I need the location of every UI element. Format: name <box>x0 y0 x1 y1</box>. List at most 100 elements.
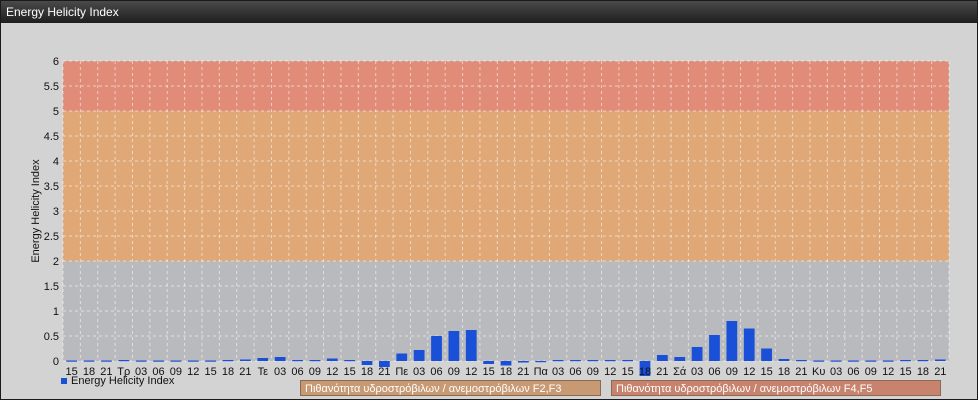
x-tick-label: 18 <box>361 366 373 378</box>
x-tick-label: 09 <box>309 366 321 378</box>
x-tick-label: Πε <box>395 366 408 378</box>
data-bar <box>153 360 164 362</box>
y-tick-label: 2 <box>53 256 59 268</box>
x-tick-label: 18 <box>222 366 234 378</box>
x-tick-label: 18 <box>778 366 790 378</box>
data-bar <box>743 328 755 361</box>
x-tick-label: 09 <box>587 366 599 378</box>
y-tick-label: 0 <box>53 356 59 368</box>
data-bar <box>170 360 182 362</box>
x-tick-label: Πα <box>534 366 549 378</box>
data-bar <box>604 360 616 362</box>
data-bar <box>292 360 303 362</box>
data-bar <box>882 360 894 362</box>
x-tick-label: 12 <box>743 366 755 378</box>
data-bar <box>900 360 911 362</box>
data-bar <box>396 353 408 361</box>
data-bar <box>500 361 512 366</box>
y-axis-label: Energy Helicity Index <box>30 159 42 263</box>
x-tick-label: 21 <box>239 366 251 378</box>
x-tick-label: 21 <box>517 366 529 378</box>
x-tick-label: 12 <box>465 366 477 378</box>
data-bar <box>830 360 842 362</box>
x-tick-label: 03 <box>830 366 842 378</box>
data-bar <box>101 360 112 362</box>
data-bar <box>118 360 130 362</box>
data-bar <box>187 360 199 362</box>
x-tick-label: 06 <box>847 366 859 378</box>
legend-swatch <box>61 378 67 384</box>
x-tick-label: 21 <box>656 366 668 378</box>
data-bar <box>535 361 547 363</box>
x-tick-label: 12 <box>882 366 894 378</box>
data-bar <box>865 360 877 362</box>
panel-title: Energy Helicity Index <box>1 1 977 23</box>
data-bar <box>309 360 321 362</box>
x-tick-label: 06 <box>569 366 581 378</box>
data-bar <box>465 330 477 361</box>
chart-panel: Energy Helicity Index 0 0.5 1 1.5 2 2.5 3 3.5 4 4… <box>0 0 978 400</box>
x-tick-label: 15 <box>344 366 356 378</box>
y-tick-label: 3.5 <box>44 181 59 193</box>
y-tick-label: 5 <box>53 106 59 118</box>
x-tick-label: 21 <box>378 366 390 378</box>
data-bar <box>344 360 356 362</box>
x-tick-label: 09 <box>726 366 738 378</box>
data-bar <box>413 350 425 361</box>
data-bar <box>222 360 234 362</box>
x-tick-label: 09 <box>865 366 877 378</box>
data-bar <box>761 348 772 361</box>
data-bar <box>570 360 581 362</box>
x-tick-label: 18 <box>917 366 929 378</box>
data-bar <box>66 360 78 362</box>
data-bar <box>257 358 269 361</box>
data-bar <box>326 358 338 361</box>
data-bar <box>917 360 929 362</box>
data-bar <box>517 361 529 363</box>
data-bar <box>431 336 442 361</box>
y-tick-label: 0.5 <box>44 331 59 343</box>
data-bar <box>813 360 825 362</box>
data-bar <box>135 360 147 362</box>
y-tick-label: 1.5 <box>44 281 59 293</box>
y-tick-label: 3 <box>53 206 59 218</box>
data-bar <box>205 360 217 362</box>
data-bar <box>726 321 738 361</box>
data-bar <box>361 361 373 365</box>
y-tick-label: 4 <box>53 156 59 168</box>
x-tick-label: 18 <box>639 366 651 378</box>
data-bar <box>274 357 286 361</box>
x-tick-label: 12 <box>187 366 199 378</box>
x-tick-label: 15 <box>760 366 772 378</box>
x-tick-label: 03 <box>413 366 425 378</box>
x-tick-label: 03 <box>691 366 703 378</box>
data-bar <box>552 360 564 362</box>
plot-area: 0 0.5 1 1.5 2 2.5 3 3.5 4 4.5 5 5.5 6 Energy Helicity… <box>1 23 977 399</box>
zone-label-f4f5: Πιθανότητα υδροστρόβιλων / ανεμοστρόβιλω… <box>611 380 941 396</box>
x-tick-label: 06 <box>291 366 303 378</box>
y-tick-label: 1 <box>53 306 59 318</box>
x-tick-label: 12 <box>604 366 616 378</box>
zone-label-f2f3: Πιθανότητα υδροστρόβιλων / ανεμοστρόβιλω… <box>300 380 601 396</box>
x-tick-label: 15 <box>621 366 633 378</box>
x-tick-label: 15 <box>899 366 911 378</box>
x-tick-label: Κυ <box>812 366 825 378</box>
legend-label: Energy Helicity Index <box>71 375 175 387</box>
x-tick-label: 15 <box>205 366 217 378</box>
x-tick-label: 18 <box>500 366 512 378</box>
x-tick-label: 12 <box>326 366 338 378</box>
legend[interactable]: Energy Helicity Index <box>61 375 174 387</box>
data-bar <box>483 361 495 364</box>
y-tick-label: 6 <box>53 56 59 68</box>
x-tick-label: Σά <box>673 366 687 378</box>
data-bar <box>83 360 95 362</box>
x-tick-label: 09 <box>448 366 460 378</box>
y-tick-label: 4.5 <box>44 131 59 143</box>
data-bar <box>709 335 720 361</box>
x-tick-label: 15 <box>483 366 495 378</box>
data-bar <box>656 355 668 361</box>
x-tick-label: Τε <box>258 366 269 378</box>
data-bar <box>691 347 703 361</box>
y-tick-label: 2.5 <box>44 231 59 243</box>
data-bar <box>622 360 633 362</box>
